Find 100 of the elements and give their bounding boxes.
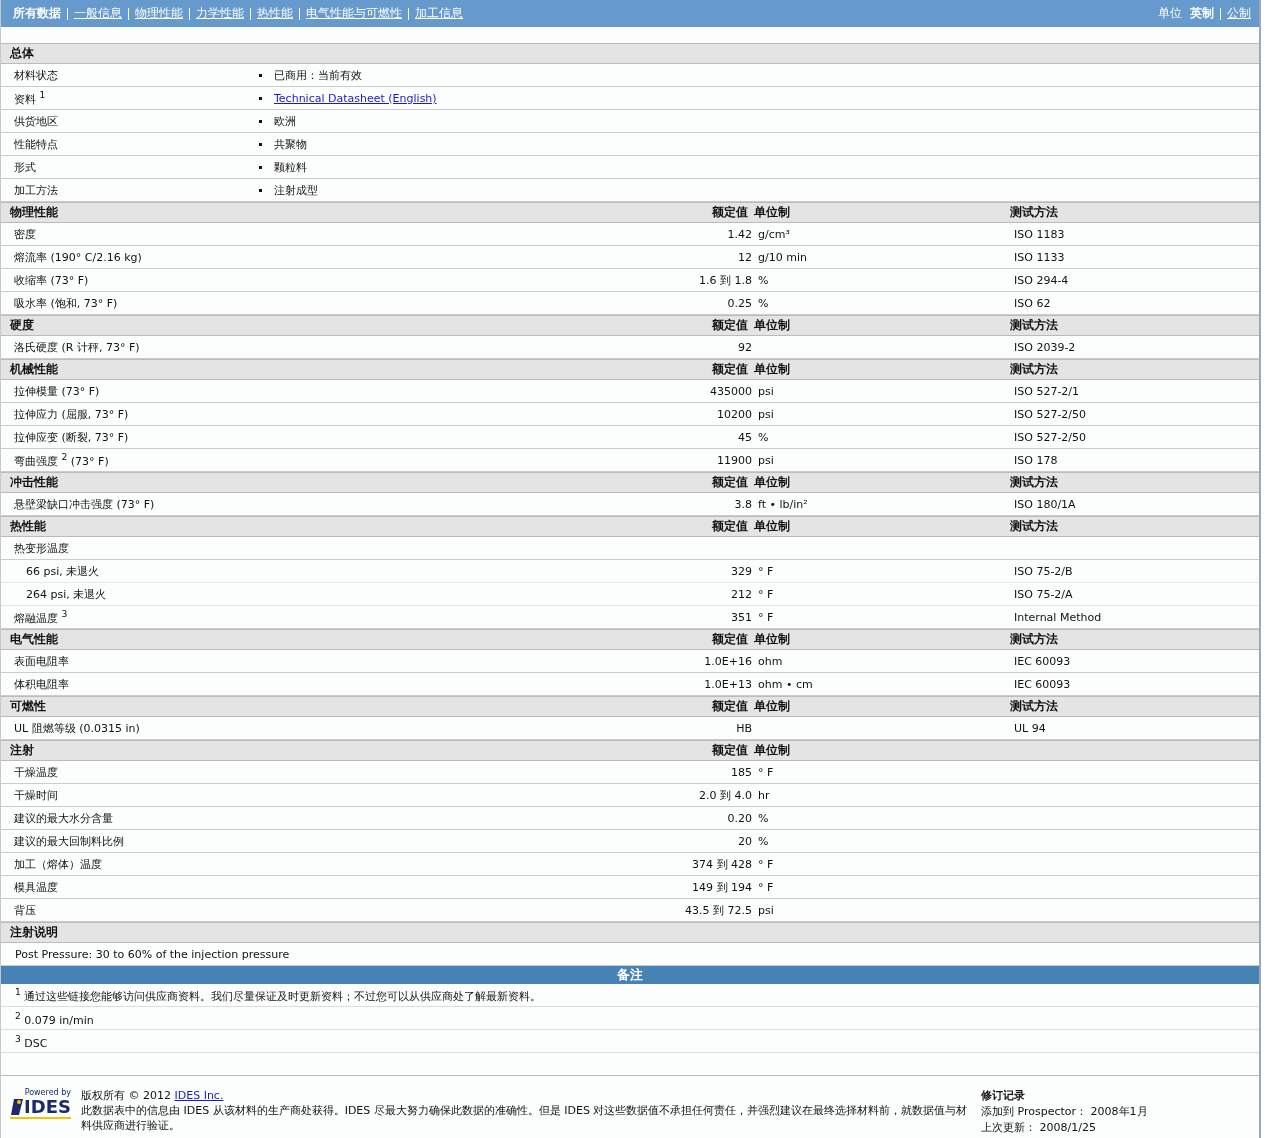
footnote-text: $^{2}$ 0.079 in/min bbox=[14, 1009, 94, 1027]
property-label: 弯曲强度 $^{2}$ (73° F) bbox=[14, 454, 109, 468]
property-label: 熔流率 (190° C/2.16 kg) bbox=[14, 250, 142, 264]
column-header: 测试方法 bbox=[1010, 699, 1058, 713]
column-header: 测试方法 bbox=[1010, 519, 1058, 533]
property-label: 体积电阻率 bbox=[14, 677, 69, 691]
unit-text: ° F bbox=[758, 857, 774, 871]
property-value: 45 bbox=[738, 430, 752, 444]
property-value: HB bbox=[736, 721, 752, 735]
property-value: 329 bbox=[731, 564, 752, 578]
property-value: 10200 bbox=[717, 407, 752, 421]
disclaimer-text: 此数据表中的信息由 IDES 从该材料的生产商处获得。IDES 尽最大努力确保此数据的准确性。但是 IDES 对这些数据值不承担任何责任，并强烈建议在最终选择材料前，就数据值与材料供应商进行验证。 bbox=[81, 1103, 969, 1133]
property-value: 20 bbox=[738, 834, 752, 848]
column-header: 测试方法 bbox=[1010, 632, 1058, 646]
unit-text: % bbox=[758, 273, 769, 287]
property-value: 12 bbox=[738, 250, 752, 264]
unit-text: % bbox=[758, 430, 769, 444]
property-label: UL 阻燃等级 (0.0315 in) bbox=[14, 721, 140, 735]
property-label: 干燥温度 bbox=[14, 765, 58, 779]
column-header: 测试方法 bbox=[1010, 475, 1058, 489]
nav-tab[interactable]: 所有数据 bbox=[13, 5, 61, 22]
footnote-text: $^{1}$ 通过这些链接您能够访问供应商资料。我们尽量保证及时更新资料；不过您可以从供应商处了解最新资料。 bbox=[14, 986, 542, 1004]
property-label: 建议的最大回制料比例 bbox=[14, 834, 124, 848]
revision-title: 修订记录 bbox=[981, 1088, 1026, 1104]
property-label: 加工（熔体）温度 bbox=[14, 857, 102, 871]
nav-tab[interactable]: 热性能 bbox=[257, 5, 293, 22]
footnote-text: $^{3}$ DSC bbox=[14, 1032, 48, 1050]
unit-text: ft • lb/in² bbox=[758, 497, 808, 511]
bullet-icon bbox=[259, 188, 262, 192]
section-title: 注射说明 bbox=[10, 924, 58, 941]
nav-tab[interactable]: 物理性能 bbox=[135, 5, 183, 22]
unit-text: % bbox=[758, 296, 769, 310]
test-method: IEC 60093 bbox=[1014, 654, 1071, 668]
property-label: 66 psi, 未退火 bbox=[26, 564, 100, 578]
property-value: 3.8 bbox=[734, 497, 752, 511]
nav-tab[interactable]: 力学性能 bbox=[196, 5, 244, 22]
unit-text: psi bbox=[758, 453, 774, 467]
test-method: Internal Method bbox=[1014, 610, 1102, 624]
test-method: ISO 1133 bbox=[1014, 250, 1065, 264]
unit-text: g/10 min bbox=[758, 250, 807, 264]
unit-text: g/cm³ bbox=[758, 227, 790, 241]
test-method: ISO 75-2/B bbox=[1014, 564, 1073, 578]
section-title: 电气性能 bbox=[10, 631, 59, 648]
bullet-icon bbox=[259, 165, 262, 169]
test-method: IEC 60093 bbox=[1014, 677, 1071, 691]
property-value: 共聚物 bbox=[274, 136, 307, 152]
test-method: ISO 527-2/50 bbox=[1014, 430, 1087, 444]
property-label: 加工方法 bbox=[14, 182, 59, 198]
property-value: 185 bbox=[731, 765, 752, 779]
remarks-title: 备注 bbox=[617, 967, 643, 982]
column-header: 测试方法 bbox=[1010, 205, 1058, 219]
property-label: 背压 bbox=[14, 903, 36, 917]
property-value: 435000 bbox=[710, 384, 752, 398]
column-header: 额定值 bbox=[712, 475, 748, 489]
unit-text: ° F bbox=[758, 880, 774, 894]
unit-text: % bbox=[758, 811, 769, 825]
property-label: 性能特点 bbox=[14, 136, 59, 152]
section-title: 物理性能 bbox=[10, 204, 59, 221]
property-value: 43.5 到 72.5 bbox=[685, 903, 752, 917]
column-header: 额定值 bbox=[712, 205, 748, 219]
company-link[interactable]: IDES Inc. bbox=[174, 1089, 224, 1102]
property-value: 149 到 194 bbox=[692, 880, 752, 894]
property-value: 212 bbox=[731, 587, 752, 601]
unit-text: ° F bbox=[758, 765, 774, 779]
property-value: 颗粒料 bbox=[274, 159, 307, 175]
unit-option[interactable]: 公制 bbox=[1227, 5, 1251, 22]
property-label: 材料状态 bbox=[14, 67, 59, 83]
nav-tab[interactable]: 一般信息 bbox=[74, 5, 122, 22]
property-label: 收缩率 (73° F) bbox=[14, 273, 89, 287]
unit-text: hr bbox=[758, 788, 770, 802]
unit-text: ohm bbox=[758, 654, 783, 668]
copyright-text: 版权所有 © 2012 bbox=[81, 1089, 171, 1102]
unit-text: psi bbox=[758, 384, 774, 398]
unit-option[interactable]: 英制 bbox=[1190, 5, 1214, 22]
column-header: 额定值 bbox=[712, 743, 748, 757]
property-value: 注射成型 bbox=[274, 182, 318, 198]
section-title: 硬度 bbox=[10, 317, 35, 334]
property-label: 拉伸应力 (屈服, 73° F) bbox=[14, 407, 129, 421]
unit-text: ° F bbox=[758, 564, 774, 578]
column-header: 单位制 bbox=[754, 362, 790, 376]
unit-text: % bbox=[758, 834, 769, 848]
property-label: 资料 $^{1}$ bbox=[14, 89, 47, 107]
nav-tab[interactable]: 电气性能与可燃性 bbox=[306, 5, 402, 22]
column-header: 测试方法 bbox=[1010, 362, 1058, 376]
column-header: 额定值 bbox=[712, 318, 748, 332]
property-value: 11900 bbox=[717, 453, 752, 467]
datasheet-link[interactable]: Technical Datasheet (English) bbox=[274, 91, 437, 105]
column-header: 单位制 bbox=[754, 519, 790, 533]
column-header: 单位制 bbox=[754, 205, 790, 219]
property-label: 模具温度 bbox=[14, 880, 58, 894]
nav-tab[interactable]: 加工信息 bbox=[415, 5, 463, 22]
column-header: 单位制 bbox=[754, 699, 790, 713]
property-label: 热变形温度 bbox=[14, 541, 69, 555]
bullet-icon bbox=[259, 119, 262, 123]
bullet-icon bbox=[259, 73, 262, 77]
property-label: 拉伸应变 (断裂, 73° F) bbox=[14, 430, 129, 444]
column-header: 额定值 bbox=[712, 699, 748, 713]
property-label: 密度 bbox=[14, 227, 36, 241]
unit-text: psi bbox=[758, 903, 774, 917]
property-value: 351 bbox=[731, 610, 752, 624]
